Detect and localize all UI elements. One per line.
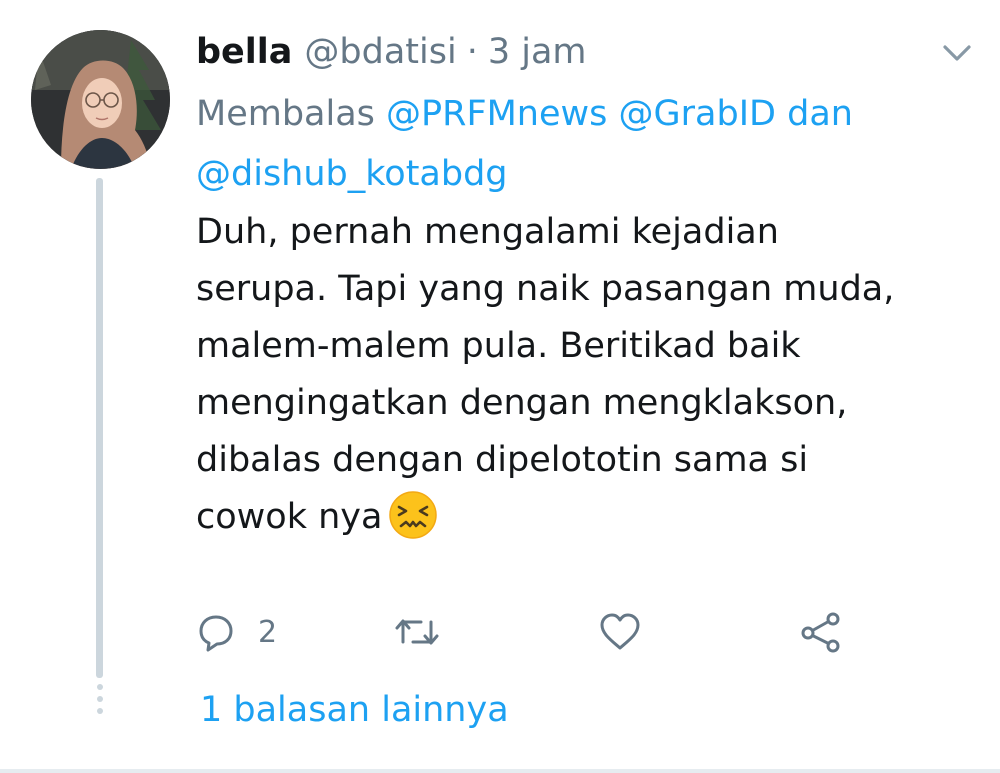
more-replies-link[interactable]: 1 balasan lainnya xyxy=(200,690,509,730)
mention-link[interactable]: @GrabID xyxy=(619,94,776,134)
tweet-header: bella @bdatisi · 3 jam xyxy=(196,26,587,78)
replying-prefix: Membalas xyxy=(196,94,375,134)
thread-line xyxy=(96,178,103,678)
confounded-face-emoji xyxy=(388,490,438,540)
share-icon xyxy=(800,611,842,653)
avatar[interactable] xyxy=(31,30,170,169)
thread-dot xyxy=(96,684,103,690)
replying-joiner[interactable]: dan xyxy=(787,94,853,134)
mention-link[interactable]: @dishub_kotabdg xyxy=(196,154,508,194)
thread-dot xyxy=(96,696,103,702)
tweet-text-last-line: cowok nya xyxy=(196,489,986,546)
retweet-icon xyxy=(394,612,440,652)
tweet-actions: 2 xyxy=(196,604,956,660)
avatar-image xyxy=(31,30,170,169)
chevron-down-icon[interactable] xyxy=(940,40,974,66)
header-separator: · xyxy=(466,32,478,72)
tweet-text-line: cowok nya xyxy=(196,497,383,537)
tweet-text-line: Duh, pernah mengalami kejadian xyxy=(196,212,779,252)
thread-dots xyxy=(96,684,103,720)
tweet-text-line: serupa. Tapi yang naik pasangan muda, xyxy=(196,269,895,309)
author-name[interactable]: bella xyxy=(196,32,292,72)
reply-icon xyxy=(196,612,236,652)
reply-count: 2 xyxy=(258,614,278,650)
replying-to: Membalas @PRFMnews @GrabID dan @dishub_ko… xyxy=(196,84,976,204)
share-button[interactable] xyxy=(800,604,842,660)
retweet-button[interactable] xyxy=(394,604,440,660)
tweet: bella @bdatisi · 3 jam Membalas @PRFMnew… xyxy=(0,0,1000,773)
tweet-time[interactable]: 3 jam xyxy=(488,32,587,72)
like-button[interactable] xyxy=(598,604,642,660)
author-handle[interactable]: @bdatisi xyxy=(304,32,456,72)
tweet-text-line: malem-malem pula. Beritikad baik xyxy=(196,326,801,366)
divider xyxy=(0,769,1000,773)
tweet-text-line: mengingatkan dengan mengklakson, xyxy=(196,383,848,423)
tweet-text-line: dibalas dengan dipelototin sama si xyxy=(196,440,809,480)
reply-button[interactable]: 2 xyxy=(196,604,277,660)
heart-icon xyxy=(598,612,642,652)
mention-link[interactable]: @PRFMnews xyxy=(386,94,607,134)
thread-dot xyxy=(96,708,103,714)
tweet-text: Duh, pernah mengalami kejadian serupa. T… xyxy=(196,204,986,546)
